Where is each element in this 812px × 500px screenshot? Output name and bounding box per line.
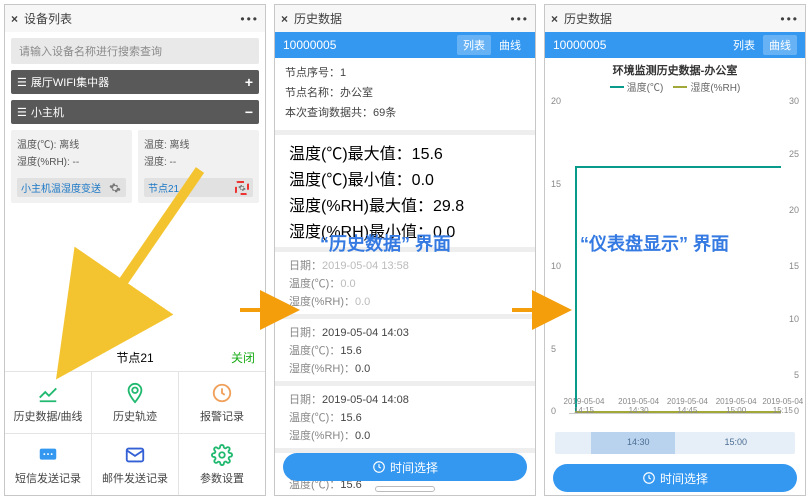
history-record: 日期：2019-05-04 13:58温度(℃)：0.0湿度(%RH)：0.0 — [275, 247, 535, 314]
panel1-header: × 设备列表 ••• — [5, 5, 265, 32]
group-host[interactable]: ☰ 小主机 − — [11, 100, 259, 124]
home-indicator — [375, 486, 435, 492]
cell-history[interactable]: 历史数据/曲线 — [5, 372, 91, 433]
chart-title: 环境监测历史数据-办公室 — [545, 62, 805, 78]
cell-alarm[interactable]: 报警记录 — [179, 372, 265, 433]
tab-list[interactable]: 列表 — [457, 35, 491, 55]
more-icon[interactable]: ••• — [780, 12, 799, 26]
more-icon[interactable]: ••• — [240, 12, 259, 26]
sheet-close[interactable]: 关闭 — [231, 349, 255, 366]
search-input[interactable]: 请输入设备名称进行搜索查询 — [11, 38, 259, 64]
close-icon[interactable]: × — [551, 12, 558, 26]
time-scrubber[interactable]: 14:30 15:00 — [555, 432, 795, 454]
panel2-title: 历史数据 — [294, 10, 342, 27]
arrow-down-icon — [60, 160, 220, 350]
more-icon[interactable]: ••• — [510, 12, 529, 26]
annotation-history: “历史数据” 界面 — [320, 230, 451, 256]
tab-curve[interactable]: 曲线 — [493, 35, 527, 55]
sheet-title: 节点21 — [116, 349, 153, 366]
gear-icon[interactable] — [235, 181, 249, 195]
cell-param[interactable]: 参数设置 — [179, 434, 265, 495]
cell-mail[interactable]: 邮件发送记录 — [92, 434, 178, 495]
action-sheet: 节点21 关闭 历史数据/曲线 历史轨迹 报警记录 短信发送记 — [5, 344, 265, 495]
panel1-title: 设备列表 — [24, 10, 72, 27]
history-record: 日期：2019-05-04 14:08温度(℃)：15.6湿度(%RH)：0.0 — [275, 381, 535, 448]
chart-area: 20151050 302520151050 2019-05-0414:15 20… — [549, 96, 801, 426]
arrow-right-icon — [240, 300, 290, 320]
panel3-title: 历史数据 — [564, 10, 612, 27]
chart-legend: 温度(℃) 湿度(%RH) — [545, 79, 805, 94]
time-select-button[interactable]: 时间选择 — [283, 453, 527, 481]
close-icon[interactable]: × — [281, 12, 288, 26]
tab-curve[interactable]: 曲线 — [763, 35, 797, 55]
history-record: 日期：2019-05-04 14:03温度(℃)：15.6湿度(%RH)：0.0 — [275, 314, 535, 381]
meta-block: 节点序号：1 节点名称：办公室 本次查询数据共：69条 — [275, 58, 535, 130]
arrow-right-icon — [512, 300, 562, 320]
cell-sms[interactable]: 短信发送记录 — [5, 434, 91, 495]
annotation-dashboard: “仪表盘显示” 界面 — [580, 230, 729, 256]
panel2-header: × 历史数据 ••• — [275, 5, 535, 32]
device-id-bar: 10000005 列表 曲线 — [275, 32, 535, 58]
device-id-bar: 10000005 列表 曲线 — [545, 32, 805, 58]
panel3-header: × 历史数据 ••• — [545, 5, 805, 32]
cell-track[interactable]: 历史轨迹 — [92, 372, 178, 433]
group-wifi[interactable]: ☰ 展厅WIFI集中器 + — [11, 70, 259, 94]
close-icon[interactable]: × — [11, 12, 18, 26]
tab-list[interactable]: 列表 — [727, 35, 761, 55]
time-select-button[interactable]: 时间选择 — [553, 464, 797, 492]
